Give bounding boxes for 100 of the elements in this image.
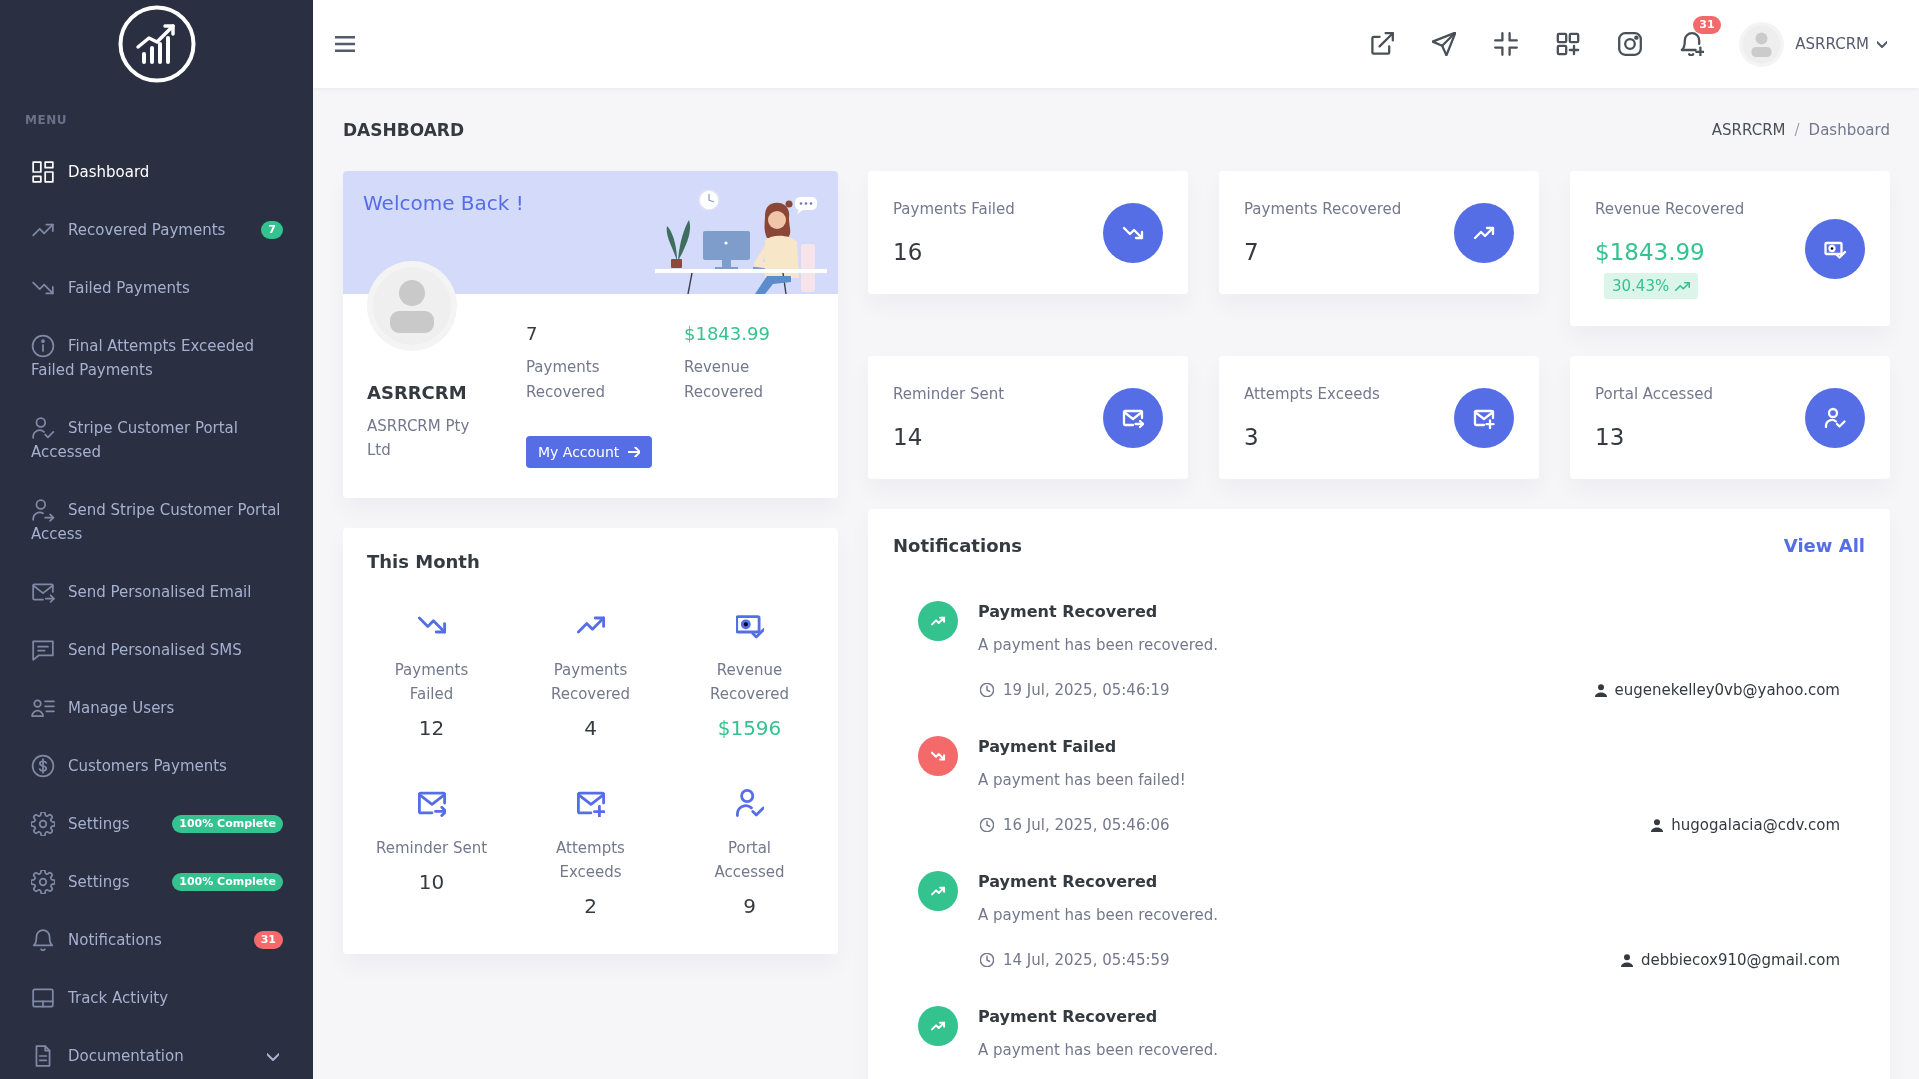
avatar-icon <box>367 261 457 351</box>
sidebar-item[interactable]: Customers Payments <box>0 737 313 795</box>
settings-icon <box>31 870 55 894</box>
sidebar-item[interactable]: Failed Payments <box>0 259 313 317</box>
stat-value: 14 <box>893 423 924 452</box>
compress-icon[interactable] <box>1494 32 1519 56</box>
clock-icon <box>980 953 994 967</box>
sidebar-item[interactable]: Recovered Payments 7 <box>0 201 313 259</box>
user-check-icon <box>31 416 55 440</box>
sidebar-item[interactable]: Settings 100% Complete <box>0 795 313 853</box>
trend-up-icon <box>918 1006 958 1046</box>
card-title: This Month <box>367 550 481 574</box>
stat-value: 13 <box>1595 423 1626 452</box>
stat-title: Portal Accessed <box>1595 384 1713 405</box>
change-percent: 30.43% <box>1612 277 1670 295</box>
notification-message: A payment has been recovered. <box>978 635 1220 656</box>
user-check-icon <box>735 789 764 817</box>
sidebar-badge: 100% Complete <box>172 873 283 891</box>
chart-logo-icon[interactable] <box>117 5 196 83</box>
send-icon[interactable] <box>1432 32 1457 56</box>
user-icon <box>1620 953 1633 967</box>
notification-email: hugogalacia@cdv.com <box>1671 815 1840 836</box>
user-arrow-icon <box>31 498 55 522</box>
metric-value: 2 <box>584 893 597 920</box>
stat-title: Revenue Recovered <box>1595 199 1745 220</box>
arrow-right-icon <box>628 447 641 457</box>
user-check-icon <box>1805 387 1865 448</box>
breadcrumb-separator: / <box>1794 121 1800 139</box>
grid-plus-icon[interactable] <box>1556 32 1581 56</box>
metric-label: Payments Failed <box>393 660 470 705</box>
sidebar-item[interactable]: Documentation <box>0 1027 313 1079</box>
sidebar-item[interactable]: Track Activity <box>0 969 313 1027</box>
card-title: Notifications <box>893 534 1023 558</box>
view-all-link[interactable]: View All <box>1783 534 1865 558</box>
metric-value: 12 <box>418 715 445 742</box>
trend-up-icon <box>918 871 958 911</box>
notification-title: Payment Failed <box>978 736 1118 758</box>
metric-value: $1596 <box>717 715 782 742</box>
user-menu-name[interactable]: ASRRCRM <box>1795 35 1869 53</box>
mail-plus-icon <box>1454 387 1514 448</box>
trend-up-icon <box>1454 202 1514 263</box>
external-link-icon[interactable] <box>1370 32 1395 56</box>
sidebar-item[interactable]: Send Stripe Customer Portal Access <box>0 481 313 563</box>
company-name: ASRRCRM Pty Ltd <box>367 416 471 461</box>
dollar-circle-icon <box>31 754 55 778</box>
sidebar-badge: 31 <box>253 931 283 949</box>
sidebar-item[interactable]: Send Personalised SMS <box>0 621 313 679</box>
notification-title: Payment Recovered <box>978 601 1159 623</box>
notification-title: Payment Recovered <box>978 871 1159 893</box>
trend-down-icon <box>1103 202 1163 263</box>
stat-value: 7 <box>1244 238 1260 267</box>
metric-label: Payments Recovered <box>549 660 632 705</box>
notification-badge: 31 <box>1693 16 1721 34</box>
user-list-icon <box>31 696 55 720</box>
notification-time: 16 Jul, 2025, 05:46:06 <box>1003 815 1170 836</box>
bell-plus-icon[interactable] <box>1680 32 1705 56</box>
metric-label: Portal Accessed <box>713 838 786 883</box>
chevron-icon[interactable] <box>1877 40 1887 48</box>
sidebar-item[interactable]: Dashboard <box>0 143 313 201</box>
metric-label: Reminder Sent <box>375 838 488 859</box>
banknote-check-icon <box>1805 218 1865 279</box>
menu-icon[interactable] <box>335 36 355 52</box>
breadcrumb-item[interactable]: ASRRCRM <box>1711 121 1786 139</box>
trend-down-icon <box>918 736 958 776</box>
layout-icon <box>31 986 55 1010</box>
sidebar-item[interactable]: Final Attempts Exceeded Failed Payments <box>0 317 313 399</box>
camera-icon[interactable] <box>1618 32 1643 56</box>
welcome-stat-label: Revenue Recovered <box>684 357 765 403</box>
sidebar-item[interactable]: Manage Users <box>0 679 313 737</box>
clock-icon <box>980 818 994 832</box>
notification-message: A payment has been recovered. <box>978 1040 1220 1061</box>
sidebar-badge: 7 <box>261 221 283 239</box>
grid-icon <box>31 160 55 184</box>
stat-title: Attempts Exceeds <box>1244 384 1380 405</box>
trend-up-icon <box>918 601 958 641</box>
notification-time: 14 Jul, 2025, 05:45:59 <box>1003 950 1170 971</box>
sidebar-item[interactable]: Send Personalised Email <box>0 563 313 621</box>
info-icon <box>31 334 55 358</box>
sidebar-item[interactable]: Settings 100% Complete <box>0 853 313 911</box>
sidebar-item[interactable]: Notifications 31 <box>0 911 313 969</box>
message-icon <box>31 638 55 662</box>
trend-up-icon <box>1675 281 1691 291</box>
sidebar-badge: 100% Complete <box>172 815 283 833</box>
my-account-button[interactable]: My Account <box>526 436 653 468</box>
mail-arrow-icon <box>31 580 55 604</box>
metric-label: Attempts Exceeds <box>555 838 626 883</box>
sidebar-item[interactable]: Stripe Customer Portal Accessed <box>0 399 313 481</box>
profile-name: ASRRCRM <box>367 382 468 404</box>
clock-icon <box>980 683 994 697</box>
welcome-stat-label: Payments Recovered <box>526 357 607 403</box>
welcome-stat-value: 7 <box>526 322 539 346</box>
metric-value: 4 <box>584 715 597 742</box>
mail-plus-icon <box>576 789 605 817</box>
stat-value: 3 <box>1244 423 1260 452</box>
mail-arrow-icon <box>417 789 446 817</box>
metric-value: 10 <box>418 869 445 896</box>
page-title: DASHBOARD <box>343 119 465 142</box>
stat-title: Payments Failed <box>893 199 1015 220</box>
user-icon <box>1594 683 1607 697</box>
bell-icon <box>31 928 55 952</box>
